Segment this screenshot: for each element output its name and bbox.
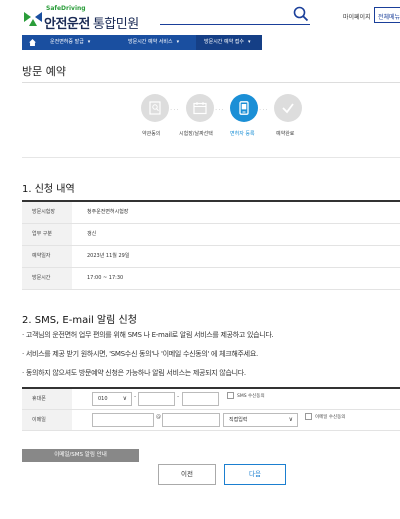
email-domain-input[interactable] — [162, 413, 220, 427]
step-dots: ··· — [259, 106, 269, 114]
table-row: 방문시험장 청주운전면허시험장 — [22, 202, 400, 224]
section-title-notification: 2. SMS, E-mail 알림 신청 — [22, 315, 137, 326]
chevron-down-icon: ∨ — [122, 395, 127, 402]
nav-item-visit-reservation[interactable]: 방문시간 예약 접수 ▾ — [196, 35, 262, 50]
phone-dash: - — [134, 393, 137, 400]
phone-prefix-select[interactable]: 010 ∨ — [92, 392, 132, 406]
email-label: 이메일 — [22, 410, 72, 430]
chevron-down-icon: ▾ — [87, 39, 91, 45]
nav-item-label: 방문시간 예약 서비스 — [128, 39, 173, 45]
step-1-circle — [141, 94, 169, 122]
nav-item-license[interactable]: 운전면허증 발급 ▾ — [42, 35, 120, 50]
step-3-label: 면허자 등록 — [230, 131, 255, 137]
table-header-cell: 방문시험장 — [22, 202, 72, 223]
page-title: 방문 예약 — [22, 65, 66, 78]
logo-text: 안전운전 통합민원 — [44, 13, 139, 32]
logo-sub-text: 통합민원 — [92, 17, 139, 32]
notice-text: · 서비스를 제공 받기 원하시면, 'SMS수신 동의'나 '이메일 수신동의… — [22, 350, 258, 358]
document-icon — [149, 101, 161, 115]
email-domain-select[interactable]: 직접입력 ∨ — [223, 413, 298, 427]
notice-text: · 고객님의 운전면허 업무 편의를 위해 SMS 나 E-mail로 알림 서… — [22, 331, 274, 339]
table-header-cell: 예약일자 — [22, 246, 72, 267]
phone-prefix-value: 010 — [98, 396, 108, 402]
phone-middle-input[interactable] — [138, 392, 175, 406]
mypage-link[interactable]: 마이페이지 — [343, 12, 371, 21]
section-title-application: 1. 신청 내역 — [22, 184, 75, 195]
divider — [22, 82, 400, 83]
email-consent-checkbox[interactable] — [305, 413, 312, 420]
step-indicator: ··· ··· ··· 약관동의 시험장/날짜선택 면허자 등록 예약완료 — [0, 94, 400, 154]
search-icon[interactable] — [293, 6, 309, 22]
sms-consent-checkbox[interactable] — [227, 392, 234, 399]
calendar-icon — [193, 102, 207, 115]
table-row: 업무 구분 갱신 — [22, 224, 400, 246]
step-4-circle — [274, 94, 302, 122]
at-sign: @ — [156, 414, 161, 420]
phone-dash: - — [177, 393, 180, 400]
nav-item-label: 방문시간 예약 접수 — [204, 39, 244, 45]
site-header: SafeDriving 안전운전 통합민원 마이페이지 전체메뉴 — [0, 0, 400, 35]
notification-guide-button[interactable]: 이메일/SMS 알림 안내 — [22, 449, 139, 462]
step-2-label: 시험장/날짜선택 — [179, 131, 213, 137]
nav-item-visit-service[interactable]: 방문시간 예약 서비스 ▾ — [120, 35, 196, 50]
mobile-phone-icon — [239, 101, 249, 115]
next-button[interactable]: 다음 — [224, 464, 286, 485]
search-input[interactable] — [160, 24, 310, 25]
logo-mark-icon — [24, 12, 42, 26]
step-3-circle — [230, 94, 258, 122]
table-cell: 17:00 ~ 17:30 — [87, 275, 124, 281]
breadcrumb-nav: 운전면허증 발급 ▾ 방문시간 예약 서비스 ▾ 방문시간 예약 접수 ▾ — [22, 35, 262, 50]
step-2-circle — [186, 94, 214, 122]
step-dots: ··· — [170, 106, 180, 114]
notification-form-table: 휴대폰 010 ∨ - - SMS 수신동의 이메일 @ 직접입력 ∨ 이메일 … — [22, 387, 400, 431]
table-cell: 청주운전면허시험장 — [87, 209, 129, 215]
chevron-down-icon: ▾ — [176, 39, 180, 45]
step-dots: ··· — [215, 106, 225, 114]
step-1-label: 약관동의 — [142, 131, 161, 137]
table-cell: 갱신 — [87, 231, 97, 237]
step-4-label: 예약완료 — [276, 131, 295, 137]
table-row-email: 이메일 @ 직접입력 ∨ 이메일 수신동의 — [22, 410, 400, 431]
table-row: 예약일자 2023년 11월 29일 — [22, 246, 400, 268]
all-menu-button[interactable]: 전체메뉴 — [374, 7, 400, 23]
prev-button[interactable]: 이전 — [158, 464, 216, 485]
check-icon — [282, 103, 294, 114]
logo-main-text: 안전운전 — [44, 17, 90, 32]
table-header-cell: 업무 구분 — [22, 224, 72, 245]
phone-label: 휴대폰 — [22, 389, 72, 409]
email-domain-value: 직접입력 — [229, 417, 248, 423]
divider — [22, 157, 400, 158]
phone-last-input[interactable] — [182, 392, 219, 406]
application-details-table: 방문시험장 청주운전면허시험장 업무 구분 갱신 예약일자 2023년 11월 … — [22, 200, 400, 290]
nav-item-label: 운전면허증 발급 — [50, 39, 84, 45]
notice-text: · 동의하지 않으셔도 방문예약 신청은 가능하나 알림 서비스는 제공되지 않… — [22, 369, 246, 377]
chevron-down-icon: ▾ — [247, 39, 251, 45]
table-header-cell: 방문시간 — [22, 268, 72, 289]
table-row-phone: 휴대폰 010 ∨ - - SMS 수신동의 — [22, 389, 400, 410]
table-row: 방문시간 17:00 ~ 17:30 — [22, 268, 400, 290]
table-cell: 2023년 11월 29일 — [87, 253, 130, 259]
home-icon — [29, 39, 36, 46]
chevron-down-icon: ∨ — [288, 416, 293, 423]
sms-consent-label: SMS 수신동의 — [237, 394, 265, 399]
logo-tagline: SafeDriving — [46, 5, 86, 12]
email-id-input[interactable] — [92, 413, 154, 427]
home-button[interactable] — [22, 35, 42, 50]
email-consent-label: 이메일 수신동의 — [315, 415, 346, 420]
